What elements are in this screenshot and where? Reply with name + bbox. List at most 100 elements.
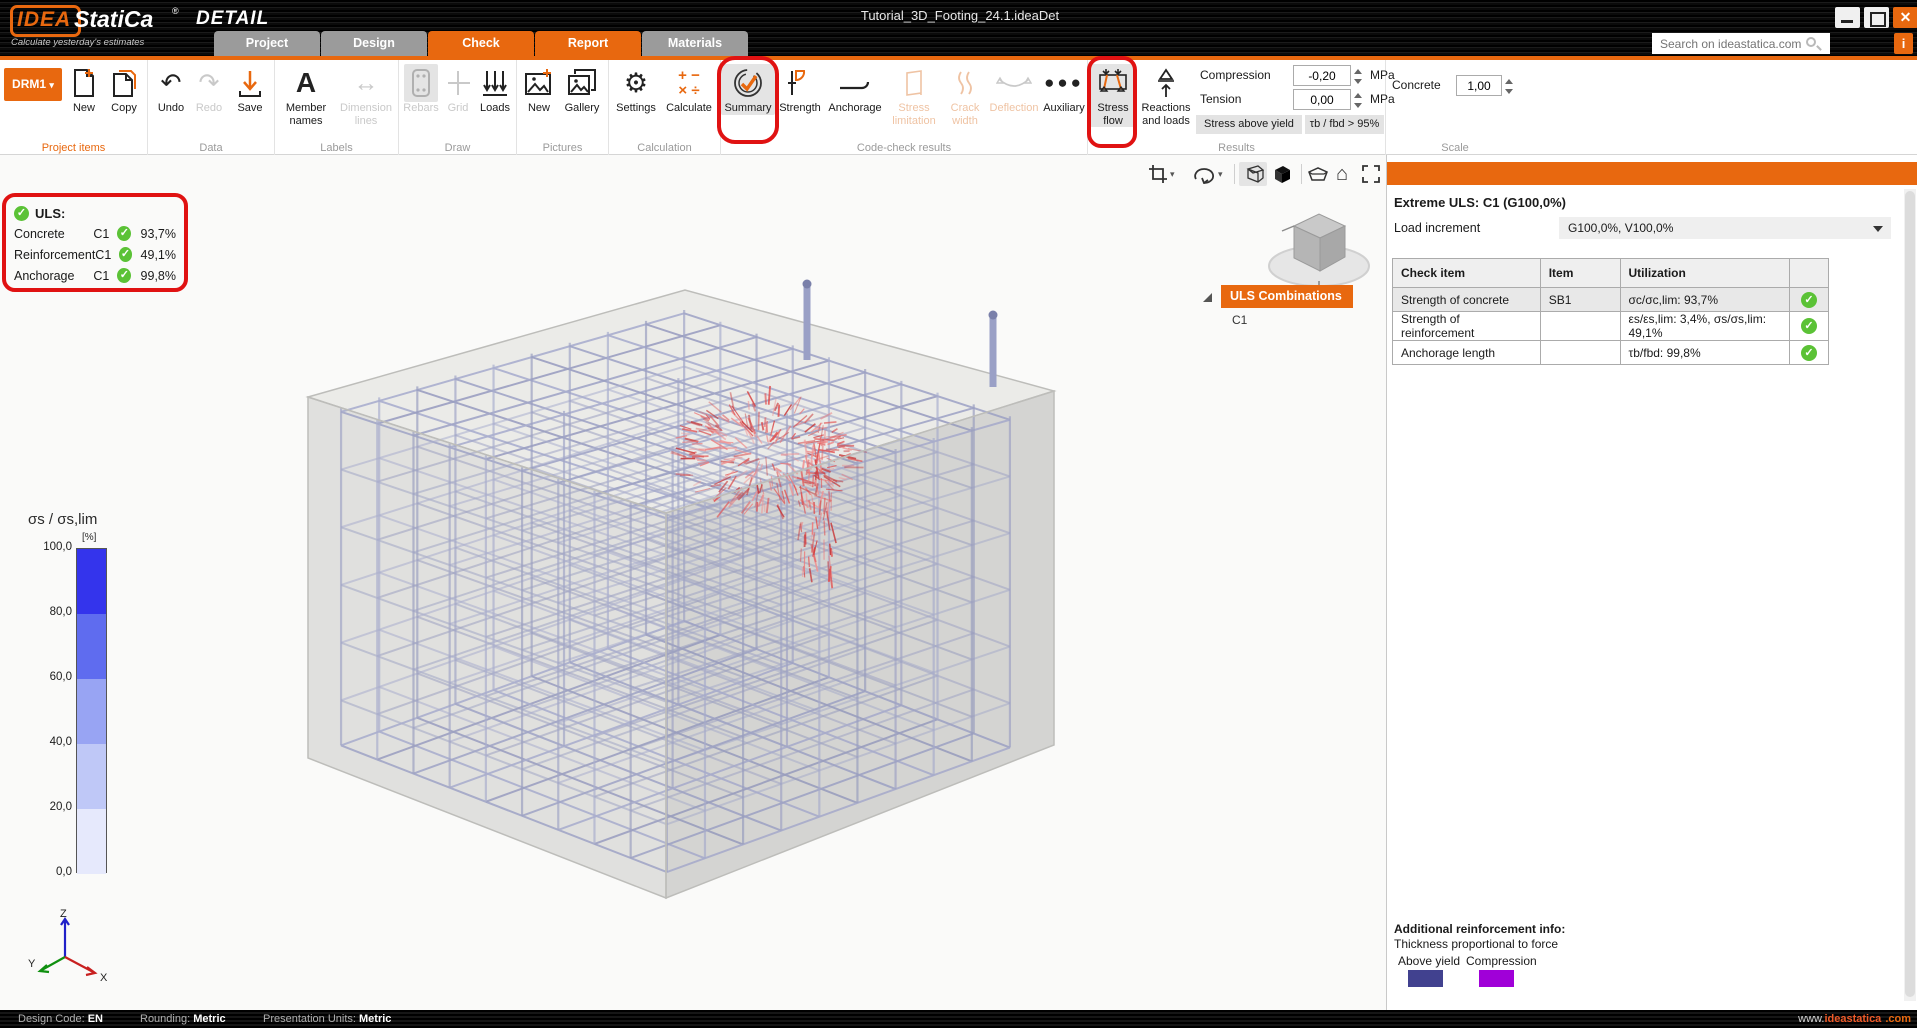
tagline: Calculate yesterday's estimates: [11, 37, 144, 48]
rebars-button: Rebars: [401, 64, 441, 115]
rotate-tool[interactable]: [1192, 162, 1216, 186]
stress-flow-button[interactable]: Stress flow: [1090, 64, 1136, 127]
new-picture-button[interactable]: New: [519, 64, 559, 115]
legend-band: [77, 549, 106, 614]
home-view-button[interactable]: ⌂: [1336, 162, 1348, 186]
website-link[interactable]: www.ideastatica.com: [1798, 1010, 1911, 1028]
chevron-down-icon[interactable]: ▾: [1218, 162, 1223, 186]
search-input[interactable]: [1652, 33, 1830, 54]
tab-design[interactable]: Design: [321, 31, 427, 56]
auxiliary-button[interactable]: ●●● Auxiliary: [1041, 64, 1087, 115]
legend-tick: 100,0: [32, 541, 72, 553]
compression-input[interactable]: -0,20: [1293, 65, 1351, 86]
calculate-button[interactable]: + −× ÷ Calculate: [661, 64, 717, 115]
tab-check[interactable]: Check: [428, 31, 534, 56]
scrollbar[interactable]: [1904, 189, 1916, 1001]
spinner-icon[interactable]: [1351, 90, 1364, 111]
statica-logo-text: StatiCa: [74, 6, 153, 33]
deflection-button: Deflection: [987, 64, 1041, 115]
stress-flow-icon: [1096, 64, 1130, 102]
rounding-label: Rounding:: [140, 1013, 190, 1025]
tab-materials[interactable]: Materials: [642, 31, 748, 56]
title-bar: IDEA StatiCa ® DETAIL Calculate yesterda…: [0, 0, 1917, 60]
gear-icon: ⚙: [624, 64, 648, 102]
strength-button[interactable]: Strength: [775, 64, 825, 115]
group-results: Stress flow Reactions and loads Compress…: [1088, 60, 1386, 155]
ribbon: DRM1 ▾ New Copy Project items ↶ Undo ↷ R…: [0, 60, 1917, 155]
gallery-button[interactable]: Gallery: [559, 64, 605, 115]
stress-above-yield-toggle[interactable]: Stress above yield: [1196, 115, 1302, 134]
undo-button[interactable]: ↶ Undo: [152, 64, 190, 115]
legend-tick: 20,0: [32, 801, 72, 813]
tab-project[interactable]: Project: [214, 31, 320, 56]
group-pictures: New Gallery Pictures: [517, 60, 609, 155]
tree-expander-icon[interactable]: [1203, 293, 1212, 302]
load-increment-dropdown[interactable]: G100,0%, V100,0%: [1559, 217, 1891, 239]
units-value: Metric: [359, 1013, 391, 1025]
new-page-icon: [71, 64, 97, 102]
reactions-loads-button[interactable]: Reactions and loads: [1138, 64, 1194, 127]
tree-uls-combinations[interactable]: ULS Combinations: [1221, 285, 1353, 308]
scrollbar-thumb[interactable]: [1905, 191, 1915, 997]
close-button[interactable]: [1893, 7, 1917, 28]
check-icon: [1801, 292, 1817, 308]
svg-text:Y: Y: [28, 958, 36, 970]
table-row[interactable]: Strength of concrete SB1 σc/σc,lim: 93,7…: [1393, 288, 1829, 312]
redo-button: ↷ Redo: [190, 64, 228, 115]
chevron-down-icon[interactable]: ▾: [1170, 162, 1175, 186]
maximize-button[interactable]: [1864, 7, 1889, 28]
grid-icon: [445, 64, 471, 102]
panel-header-bar: [1387, 162, 1917, 185]
check-results-table: Check item Item Utilization Strength of …: [1392, 258, 1829, 365]
minimize-button[interactable]: [1835, 7, 1860, 28]
toolbar-separator: [1301, 164, 1302, 184]
copy-button[interactable]: Copy: [104, 64, 144, 115]
new-project-item-button[interactable]: New: [64, 64, 104, 115]
calculate-icon: + −× ÷: [678, 64, 700, 102]
info-button[interactable]: i: [1894, 33, 1913, 54]
svg-text:Z: Z: [60, 908, 67, 920]
summary-button[interactable]: Summary: [721, 64, 775, 115]
group-caption: Code-check results: [721, 142, 1087, 154]
additional-info-subtitle: Thickness proportional to force: [1394, 937, 1558, 951]
legend-band: [77, 809, 106, 874]
tab-report[interactable]: Report: [535, 31, 641, 56]
uls-row-concrete: Concrete C1 93,7%: [14, 223, 176, 244]
perspective-view-button[interactable]: [1306, 162, 1330, 186]
reactions-icon: [1153, 64, 1179, 102]
design-code-value: EN: [88, 1013, 103, 1025]
anchorage-button[interactable]: Anchorage: [825, 64, 885, 115]
undo-icon: ↶: [161, 64, 182, 102]
table-row[interactable]: Strength of reinforcement εs/εs,lim: 3,4…: [1393, 312, 1829, 341]
rebars-icon: [404, 64, 438, 102]
spinner-icon[interactable]: [1502, 76, 1515, 97]
member-names-button[interactable]: A Member names: [277, 64, 335, 127]
group-caption: Pictures: [517, 142, 608, 154]
save-button[interactable]: Save: [230, 64, 270, 115]
wireframe-view-button[interactable]: [1239, 162, 1267, 186]
compression-label: Compression: [1466, 954, 1537, 968]
settings-button[interactable]: ⚙ Settings: [611, 64, 661, 115]
anchorage-icon: [838, 64, 872, 102]
grid-button: Grid: [441, 64, 475, 115]
letter-a-icon: A: [296, 64, 316, 102]
solid-view-button[interactable]: [1271, 162, 1293, 186]
tension-input[interactable]: 0,00: [1293, 89, 1351, 110]
loads-button[interactable]: Loads: [475, 64, 515, 115]
zoom-window-tool[interactable]: [1148, 162, 1168, 186]
drm-dropdown[interactable]: DRM1 ▾: [4, 68, 62, 101]
fullscreen-button[interactable]: [1362, 162, 1380, 186]
dimension-lines-button: ↔ Dimension lines: [335, 64, 397, 127]
spinner-icon[interactable]: [1351, 66, 1364, 87]
3d-viewport[interactable]: ULS: Concrete C1 93,7% Reinforcement C1 …: [0, 155, 1386, 1010]
table-row[interactable]: Anchorage length τb/fbd: 99,8%: [1393, 341, 1829, 365]
group-data: ↶ Undo ↷ Redo Save Data: [148, 60, 275, 155]
concrete-scale-input[interactable]: 1,00: [1456, 75, 1502, 96]
crack-width-icon: [954, 64, 976, 102]
tb-fbd-toggle[interactable]: τb / fbd > 95%: [1305, 115, 1384, 134]
tree-item-c1[interactable]: C1: [1232, 313, 1247, 327]
above-yield-label: Above yield: [1398, 954, 1460, 968]
loads-icon: [481, 64, 509, 102]
additional-info-title: Additional reinforcement info:: [1394, 922, 1565, 936]
group-caption: Project items: [0, 142, 147, 154]
